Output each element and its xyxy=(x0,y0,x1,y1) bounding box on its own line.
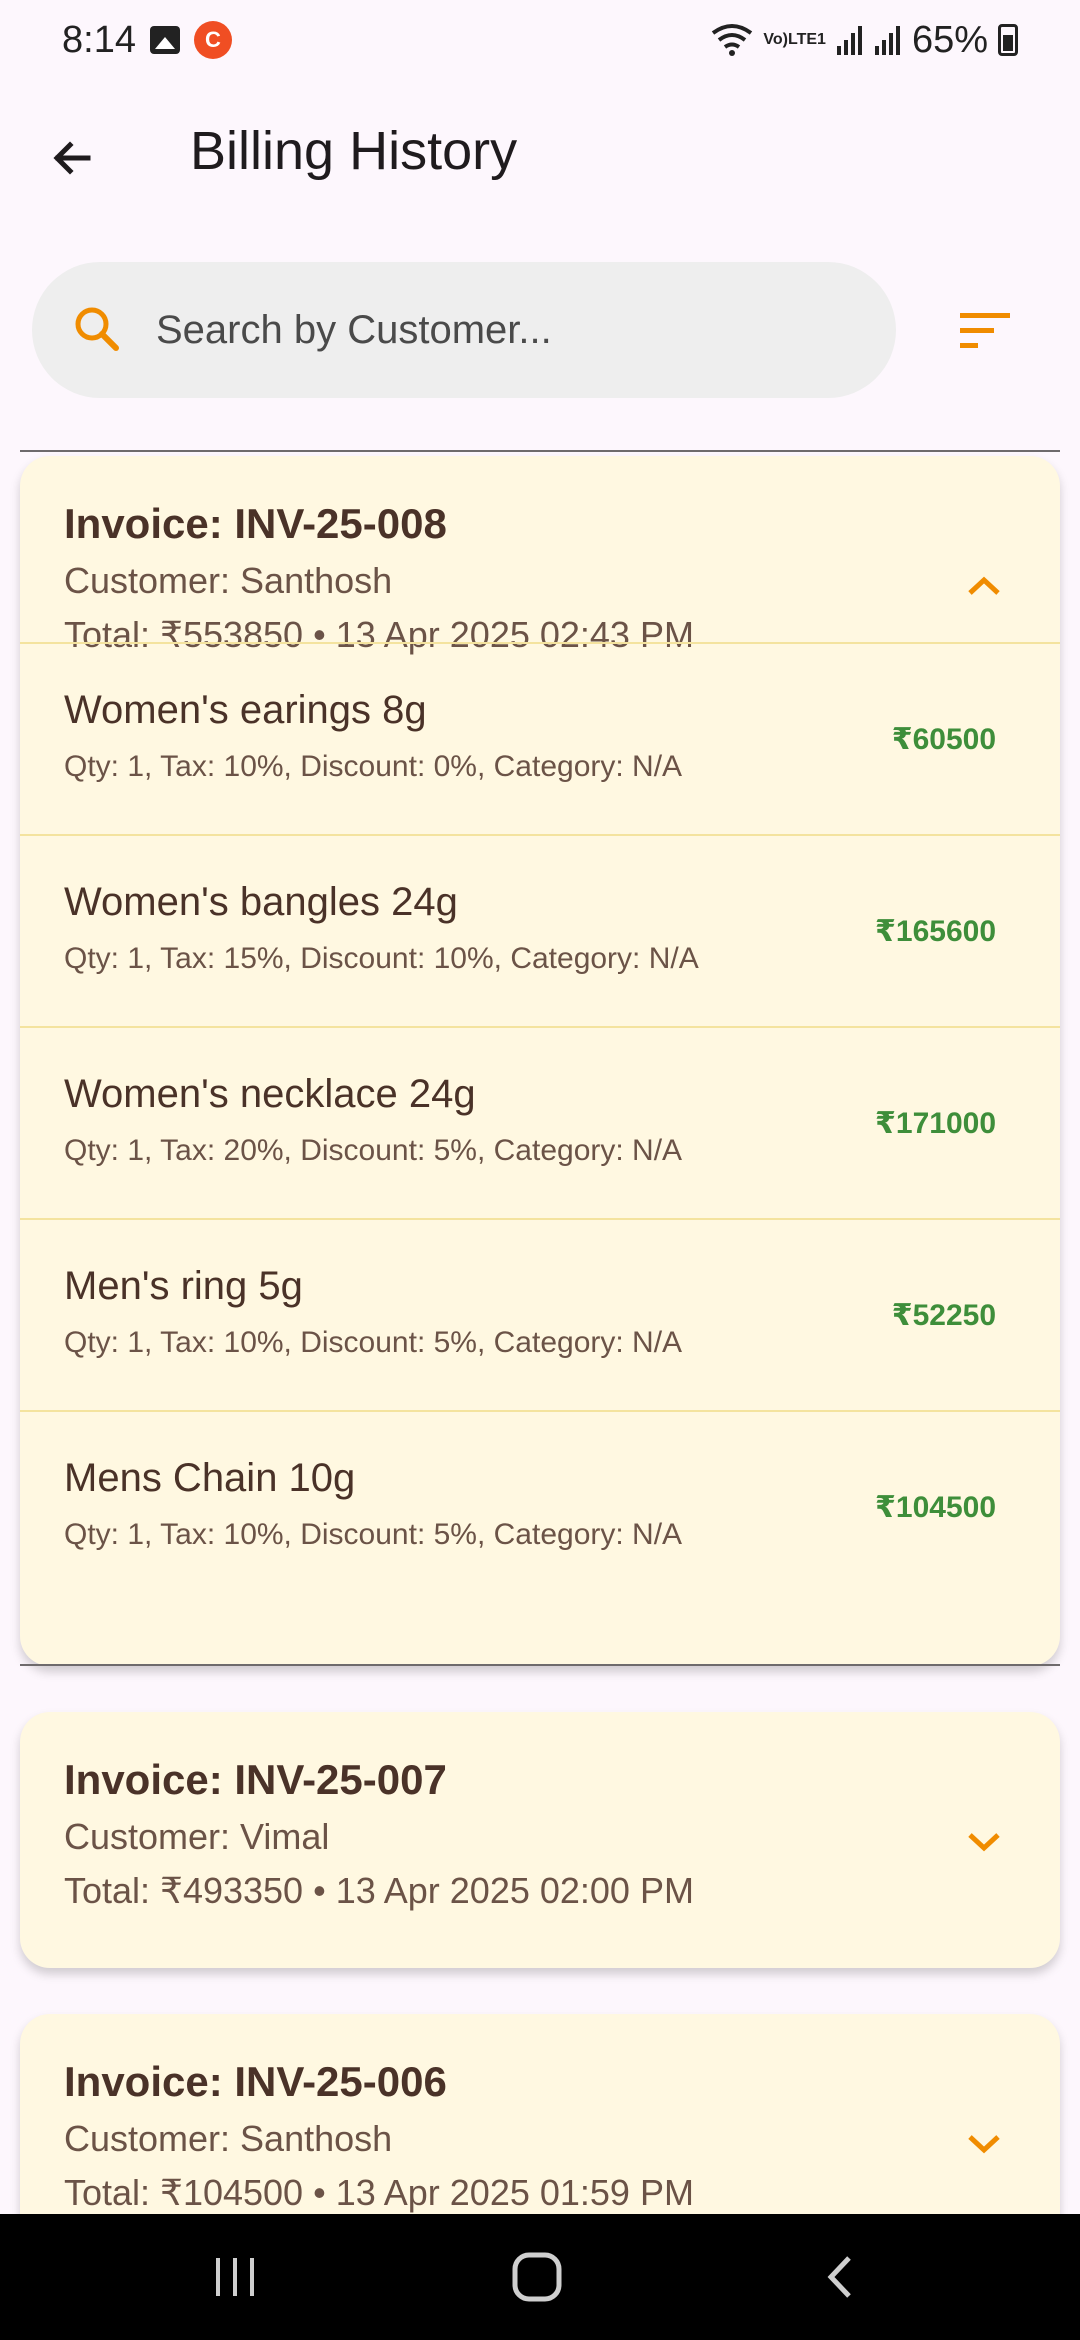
expand-button[interactable] xyxy=(962,2122,1006,2166)
item-price: ₹104500 xyxy=(875,1491,996,1524)
item-detail: Qty: 1, Tax: 20%, Discount: 5%, Category… xyxy=(64,1134,683,1167)
invoice-customer: Customer: Vimal xyxy=(64,1816,330,1857)
invoice-card[interactable]: Invoice: INV-25-007 Customer: Vimal Tota… xyxy=(20,1712,1060,1968)
status-left: 8:14 C xyxy=(62,19,232,62)
invoice-item: Women's bangles 24g Qty: 1, Tax: 15%, Di… xyxy=(20,834,1060,1026)
invoice-item: Mens Chain 10g Qty: 1, Tax: 10%, Discoun… xyxy=(20,1410,1060,1602)
invoice-card[interactable]: Invoice: INV-25-008 Customer: Santhosh T… xyxy=(20,456,1060,1666)
item-name: Men's ring 5g xyxy=(64,1264,303,1308)
invoice-customer: Customer: Santhosh xyxy=(64,2118,393,2159)
home-button[interactable] xyxy=(502,2242,572,2312)
divider xyxy=(20,450,1060,452)
arrow-back-icon xyxy=(53,141,91,175)
page-title: Billing History xyxy=(190,121,518,181)
search-box[interactable] xyxy=(32,262,896,398)
item-detail: Qty: 1, Tax: 10%, Discount: 5%, Category… xyxy=(64,1518,683,1551)
item-name: Women's bangles 24g xyxy=(64,880,458,924)
home-icon xyxy=(512,2252,562,2302)
signal-icon-1 xyxy=(836,24,864,56)
invoice-title: Invoice: INV-25-007 xyxy=(64,1756,447,1803)
status-right: Vo) LTE1 65% xyxy=(711,19,1018,62)
item-price: ₹165600 xyxy=(875,915,996,948)
invoice-title: Invoice: INV-25-008 xyxy=(64,500,447,547)
system-nav-bar xyxy=(0,2214,1080,2340)
invoice-header[interactable]: Invoice: INV-25-007 Customer: Vimal Tota… xyxy=(20,1712,1060,1911)
sort-icon xyxy=(960,313,1010,348)
item-price: ₹60500 xyxy=(891,723,996,756)
item-detail: Qty: 1, Tax: 10%, Discount: 5%, Category… xyxy=(64,1326,683,1359)
item-name: Women's earings 8g xyxy=(64,688,427,732)
expand-button[interactable] xyxy=(962,1820,1006,1864)
app-notification-icon: C xyxy=(193,21,232,59)
gallery-notification-icon xyxy=(149,26,180,54)
item-price: ₹171000 xyxy=(875,1107,996,1140)
recents-button[interactable] xyxy=(200,2242,270,2312)
item-name: Mens Chain 10g xyxy=(64,1456,356,1500)
invoice-header[interactable]: Invoice: INV-25-008 Customer: Santhosh T… xyxy=(20,456,1060,655)
collapse-button[interactable] xyxy=(962,564,1006,608)
battery-percent: 65% xyxy=(911,18,988,61)
invoice-title: Invoice: INV-25-006 xyxy=(64,2058,447,2105)
item-detail: Qty: 1, Tax: 10%, Discount: 0%, Category… xyxy=(64,750,683,783)
wifi-icon xyxy=(711,23,753,57)
chevron-down-icon xyxy=(968,2135,1000,2154)
divider xyxy=(20,1664,1060,1666)
invoice-items: Women's earings 8g Qty: 1, Tax: 10%, Dis… xyxy=(20,642,1060,1602)
item-price: ₹52250 xyxy=(891,1299,996,1332)
search-icon xyxy=(75,307,119,351)
invoice-header[interactable]: Invoice: INV-25-006 Customer: Santhosh T… xyxy=(20,2014,1060,2213)
status-bar: 8:14 C Vo) LTE1 65% xyxy=(0,0,1080,80)
item-name: Women's necklace 24g xyxy=(64,1072,476,1116)
invoice-customer: Customer: Santhosh xyxy=(64,560,393,601)
battery-icon xyxy=(998,24,1018,56)
sort-button[interactable] xyxy=(950,296,1020,366)
recents-icon xyxy=(216,2258,254,2296)
back-icon xyxy=(827,2256,851,2298)
volte-icon: Vo) LTE1 xyxy=(763,31,826,48)
app-bar: Billing History xyxy=(0,100,1080,212)
item-detail: Qty: 1, Tax: 15%, Discount: 10%, Categor… xyxy=(64,942,699,975)
invoice-item: Men's ring 5g Qty: 1, Tax: 10%, Discount… xyxy=(20,1218,1060,1410)
search-input[interactable] xyxy=(156,292,856,368)
status-time: 8:14 xyxy=(62,18,136,61)
invoice-item: Women's earings 8g Qty: 1, Tax: 10%, Dis… xyxy=(20,642,1060,834)
invoice-total: Total: ₹104500 • 13 Apr 2025 01:59 PM xyxy=(64,2172,694,2213)
signal-icon-2 xyxy=(874,24,902,56)
invoice-total: Total: ₹493350 • 13 Apr 2025 02:00 PM xyxy=(64,1870,694,1911)
invoice-item: Women's necklace 24g Qty: 1, Tax: 20%, D… xyxy=(20,1026,1060,1218)
back-button[interactable] xyxy=(40,126,104,190)
back-nav-button[interactable] xyxy=(806,2242,876,2312)
chevron-up-icon xyxy=(968,576,1000,595)
chevron-down-icon xyxy=(968,1833,1000,1852)
